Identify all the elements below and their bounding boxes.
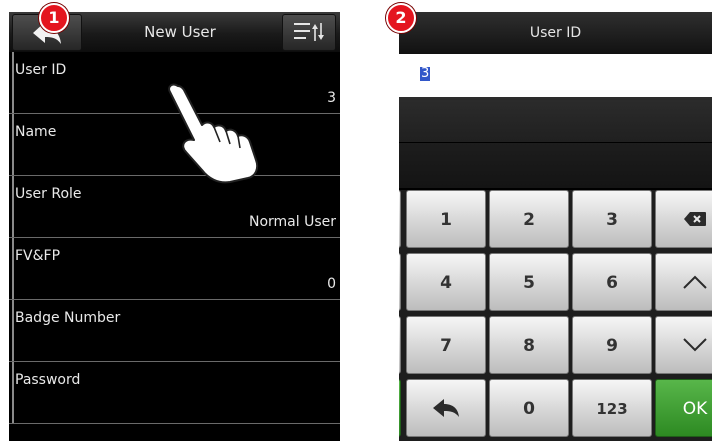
return-key[interactable] — [406, 379, 486, 437]
step-badge-2: 2 — [386, 3, 416, 33]
step-badge-1: 1 — [39, 3, 69, 33]
hidden-key — [399, 190, 401, 248]
backspace-key[interactable] — [655, 190, 712, 248]
row-marker — [12, 114, 14, 175]
key-4[interactable]: 4 — [406, 253, 486, 311]
field-label: FV&FP — [15, 248, 61, 264]
key-9[interactable]: 9 — [572, 316, 652, 374]
key-2[interactable]: 2 — [489, 190, 569, 248]
return-arrow-icon — [433, 399, 459, 417]
field-badge-number[interactable]: Badge Number — [9, 300, 340, 362]
row-marker — [12, 52, 14, 113]
chevron-up-icon — [683, 275, 707, 289]
field-label: Badge Number — [15, 310, 121, 326]
key-5[interactable]: 5 — [489, 253, 569, 311]
key-6[interactable]: 6 — [572, 253, 652, 311]
field-value: 3 — [327, 90, 336, 106]
key-7[interactable]: 7 — [406, 316, 486, 374]
backspace-icon — [684, 212, 706, 226]
key-8[interactable]: 8 — [489, 316, 569, 374]
page-title: User ID — [399, 12, 712, 54]
field-label: Password — [15, 372, 81, 388]
hidden-key — [399, 253, 401, 311]
candidate-bar — [399, 97, 712, 142]
down-key[interactable] — [655, 316, 712, 374]
field-value: 0 — [327, 276, 336, 292]
pointing-hand-icon — [168, 83, 259, 184]
candidate-bar — [399, 143, 712, 188]
row-marker — [12, 238, 14, 299]
hidden-key — [399, 316, 401, 374]
user-id-input[interactable]: 3 — [399, 54, 712, 97]
numeric-keypad: 1 2 3 4 5 6 7 8 9 0 123 OK — [399, 190, 712, 441]
user-id-keypad-panel: User ID 3 1 2 3 4 5 6 7 8 9 0 123 OK — [399, 12, 712, 441]
field-label: User ID — [15, 62, 67, 78]
ok-button[interactable]: OK — [655, 379, 712, 437]
chevron-down-icon — [683, 338, 707, 352]
input-value: 3 — [420, 66, 431, 81]
field-fv-fp[interactable]: FV&FP 0 — [9, 238, 340, 300]
row-marker — [12, 362, 14, 423]
field-label: Name — [15, 124, 57, 140]
up-key[interactable] — [655, 253, 712, 311]
key-1[interactable]: 1 — [406, 190, 486, 248]
row-marker — [12, 300, 14, 361]
sort-menu-icon — [294, 23, 324, 41]
field-password[interactable]: Password — [9, 362, 340, 424]
row-marker — [12, 176, 14, 237]
mode-123-key[interactable]: 123 — [572, 379, 652, 437]
key-0[interactable]: 0 — [489, 379, 569, 437]
field-label: User Role — [15, 186, 82, 202]
page-title: New User — [144, 23, 216, 41]
new-user-panel: New User User ID 3 Name User Role Normal — [9, 12, 340, 441]
menu-button[interactable] — [282, 14, 336, 51]
hidden-key — [399, 379, 401, 437]
field-value: Normal User — [248, 214, 336, 230]
key-3[interactable]: 3 — [572, 190, 652, 248]
